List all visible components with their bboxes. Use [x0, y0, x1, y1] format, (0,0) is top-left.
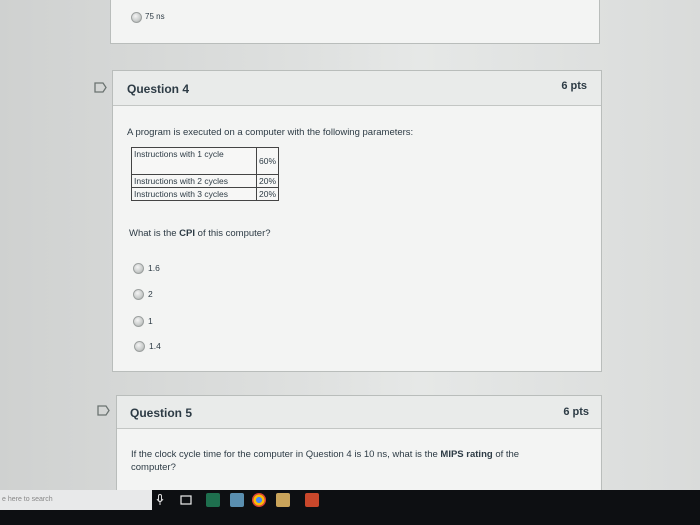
table-cell-value: 60%	[255, 147, 280, 175]
store-icon[interactable]	[206, 493, 220, 507]
prompt-text: If the clock cycle time for the computer…	[131, 449, 441, 460]
microphone-icon[interactable]	[156, 494, 164, 506]
flag-icon[interactable]	[97, 405, 110, 416]
question-4-points: 6 pts	[561, 80, 587, 92]
powerpoint-icon[interactable]	[305, 493, 319, 507]
answer-radio-4[interactable]	[134, 341, 145, 352]
answer-label-2: 2	[148, 289, 153, 299]
question-4-panel: Question 4 6 pts A program is executed o…	[112, 70, 602, 372]
prompt-text-line2: computer?	[131, 462, 176, 473]
files-icon[interactable]	[276, 493, 290, 507]
table-cell-value: 20%	[255, 174, 280, 188]
table-cell-label: Instructions with 1 cycle	[131, 147, 257, 175]
question-5-points: 6 pts	[563, 406, 589, 418]
answer-radio-3[interactable]	[133, 316, 144, 327]
answer-label-3: 1	[148, 316, 153, 326]
answer-radio-2[interactable]	[133, 289, 144, 300]
question-4-prompt: A program is executed on a computer with…	[127, 127, 414, 138]
question-4-question: What is the CPI of this computer?	[129, 228, 271, 239]
prompt-keyword: MIPS rating	[440, 449, 493, 460]
question-4-title: Question 4	[127, 82, 190, 96]
question-5-panel: Question 5 6 pts If the clock cycle time…	[116, 395, 602, 497]
chrome-icon[interactable]	[252, 493, 266, 507]
table-cell-value: 20%	[255, 187, 280, 201]
taskbar-search-input[interactable]: e here to search	[0, 490, 152, 510]
photos-icon[interactable]	[230, 493, 244, 507]
previous-question-panel: 75 ns	[110, 0, 600, 44]
question-5-title: Question 5	[130, 406, 193, 420]
table-cell-label: Instructions with 3 cycles	[131, 187, 257, 201]
prompt-text-end: of the	[492, 449, 520, 460]
flag-icon[interactable]	[94, 82, 107, 93]
answer-radio[interactable]	[131, 12, 142, 23]
question-text: What is the	[129, 228, 180, 239]
table-row: Instructions with 3 cycles 20%	[131, 187, 280, 201]
question-text-end: of this computer?	[195, 228, 271, 239]
table-row: Instructions with 1 cycle 60%	[131, 147, 280, 175]
question-5-prompt: If the clock cycle time for the computer…	[131, 448, 571, 474]
table-cell-label: Instructions with 2 cycles	[131, 174, 257, 188]
table-row: Instructions with 2 cycles 20%	[131, 174, 280, 188]
task-view-icon[interactable]	[180, 494, 192, 506]
parameters-table: Instructions with 1 cycle 60% Instructio…	[131, 147, 280, 201]
answer-label: 75 ns	[145, 12, 165, 21]
answer-radio-1[interactable]	[133, 263, 144, 274]
taskbar: e here to search	[0, 490, 700, 525]
answer-label-1: 1.6	[148, 263, 160, 273]
question-keyword: CPI	[179, 228, 196, 239]
answer-label-4: 1.4	[149, 341, 161, 351]
